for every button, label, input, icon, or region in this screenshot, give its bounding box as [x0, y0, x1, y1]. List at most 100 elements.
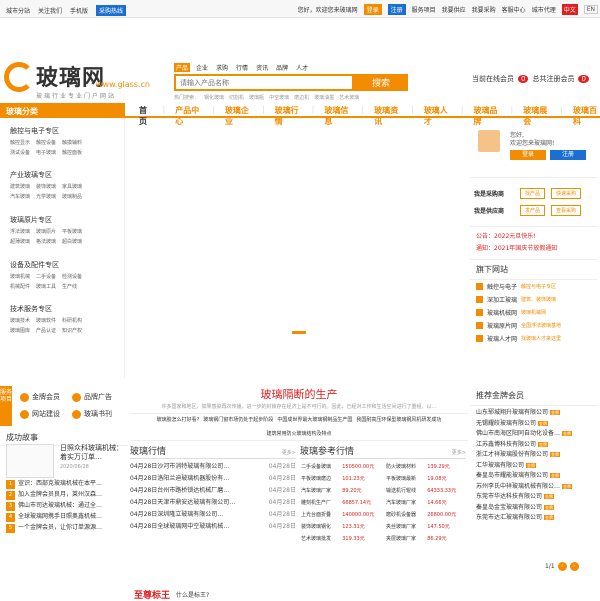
hot-word[interactable]: 中空玻璃: [269, 94, 289, 101]
nav-item[interactable]: 玻璃人才: [424, 105, 451, 127]
site-logo[interactable]: 玻璃网 www.glass.cn 玻璃行业专业门户网站: [4, 58, 150, 104]
gold-member[interactable]: 秦皇岛金宝玻璃有限公司 金牌: [476, 503, 592, 514]
gold-member[interactable]: 苏州李氏中祥玻璃机械有限公… 金牌: [476, 482, 592, 493]
site-item[interactable]: 玻璃机械网 玻璃机械网: [470, 306, 598, 319]
market-row[interactable]: 04月28日天津市鼎安达玻璃有限公司… 04月28日: [130, 497, 296, 509]
gold-member[interactable]: 佛山市南海区阳同自动化设备… 金牌: [476, 429, 592, 440]
market-row[interactable]: 04月28日全球玻璃网中空玻璃机械… 04月28日: [130, 521, 296, 533]
view-purchase-button[interactable]: 查看采购: [551, 205, 582, 216]
headline-title[interactable]: 玻璃隔断的生产: [130, 386, 468, 402]
market-row[interactable]: 04月28日沙河市消特玻璃有限公司… 04月28日: [130, 461, 296, 473]
headline-link[interactable]: 玻璃胶怎么打好看?: [157, 415, 200, 425]
search-tab[interactable]: 品牌: [274, 63, 290, 72]
price-row[interactable]: 上光台面折叠 140000.00元 磨砂机设备器 26800.00元: [300, 509, 466, 521]
category-link[interactable]: 触控显示: [10, 139, 30, 146]
category-link[interactable]: 触控面板: [62, 149, 82, 156]
category-link[interactable]: 触摸辅料: [62, 139, 82, 146]
purchase-link[interactable]: 我要采购: [472, 5, 496, 14]
story-item[interactable]: 1 宣识：西部克玻璃机械在本平…: [6, 478, 126, 489]
story-featured-title[interactable]: 日照众科玻璃机械：着实万订单…: [60, 444, 124, 462]
search-tab[interactable]: 企业: [194, 63, 210, 72]
city-nav-link[interactable]: 城市分站: [6, 6, 30, 15]
service-gold[interactable]: 金牌会员: [20, 392, 60, 402]
price-row[interactable]: 雕刻机生产厂 66857.14元 汽车玻璃厂家 14.66元: [300, 497, 466, 509]
category-link[interactable]: 知识产权: [62, 327, 82, 334]
category-link[interactable]: 测试设备: [10, 149, 30, 156]
nav-item[interactable]: 首页: [139, 105, 153, 127]
market-more-link[interactable]: 更多>: [282, 449, 296, 456]
story-item[interactable]: 5 一个金牌会员，让你订单源源…: [6, 522, 126, 533]
category-link[interactable]: 二手设备: [36, 273, 56, 280]
story-thumbnail[interactable]: [6, 444, 54, 478]
search-button[interactable]: 搜索: [354, 74, 408, 91]
category-link[interactable]: 玻璃原片: [36, 228, 56, 235]
market-row[interactable]: 04月28日深圳隆立玻璃有限公司… 04月28日: [130, 509, 296, 521]
service-brand[interactable]: 品牌广告: [72, 392, 112, 402]
hot-word[interactable]: 钢化玻璃: [204, 94, 224, 101]
gold-member[interactable]: 东莞市华达科技有限公司 金牌: [476, 492, 592, 503]
gold-member[interactable]: 江苏鑫博科技有限公司 金牌: [476, 440, 592, 451]
nav-item[interactable]: 玻璃行情: [275, 105, 302, 127]
search-tab[interactable]: 求购: [214, 63, 230, 72]
category-link[interactable]: 建筑玻璃: [10, 183, 30, 190]
nav-item[interactable]: 玻璃信息: [324, 105, 351, 127]
category-link[interactable]: 玻璃技术: [10, 317, 30, 324]
search-tab[interactable]: 行情: [234, 63, 250, 72]
hot-word[interactable]: 玻璃油墨: [314, 94, 334, 101]
follow-link[interactable]: 关注我们: [38, 6, 62, 15]
notice-item[interactable]: 通知：2021年国庆节放假通知: [476, 243, 592, 255]
post-product-button[interactable]: 发产品: [520, 205, 546, 216]
hotline-link[interactable]: 采购热线: [96, 5, 127, 16]
category-link[interactable]: 超薄玻璃: [10, 238, 30, 245]
user-register-button[interactable]: 注册: [550, 150, 586, 160]
category-link[interactable]: 平板玻璃: [62, 228, 82, 235]
supply-link[interactable]: 我要供应: [442, 5, 466, 14]
category-link[interactable]: 玻璃机械: [10, 273, 30, 280]
category-link[interactable]: 机械配件: [10, 283, 30, 290]
story-item[interactable]: 3 佛山市司达玻璃机械：通过全…: [6, 500, 126, 511]
gold-member[interactable]: 东莞市达汇玻璃有限公司 金牌: [476, 513, 592, 524]
gold-member[interactable]: 山东郓城翔升玻璃有限公司 金牌: [476, 408, 592, 419]
category-link[interactable]: 家具玻璃: [62, 183, 82, 190]
search-tab[interactable]: 资讯: [254, 63, 270, 72]
category-link[interactable]: 装饰玻璃: [36, 183, 56, 190]
story-item[interactable]: 4 全球玻璃网携手日照奥鑫机械…: [6, 511, 126, 522]
price-row[interactable]: 装饰玻璃钢化 123.31元 夹丝玻璃厂家 147.50元: [300, 521, 466, 533]
lang-cn-button[interactable]: 中文: [561, 4, 578, 15]
market-row[interactable]: 04月28日台州市路桥锁达机械厂磨… 04月28日: [130, 485, 296, 497]
login-link[interactable]: 登录: [363, 4, 382, 15]
market-row[interactable]: 04月28日洛阳兰迪玻璃机器股份有… 04月28日: [130, 473, 296, 485]
register-link[interactable]: 注册: [387, 4, 406, 15]
hot-word[interactable]: 玻璃瓶: [249, 94, 264, 101]
headline-link[interactable]: 中国成世界最大玻璃钢制品生产国: [277, 415, 352, 425]
category-title[interactable]: 技术服务专区: [10, 304, 125, 314]
service-web[interactable]: 网站建设: [20, 409, 60, 419]
story-item[interactable]: 2 加入金牌会员良月，莱州汉森…: [6, 489, 126, 500]
what-is-bidder-link[interactable]: 什么是标王?: [176, 590, 209, 599]
category-link[interactable]: 玻璃图库: [10, 327, 30, 334]
gold-member[interactable]: 浙江才祥玻璃股份有限公司 金牌: [476, 450, 592, 461]
gold-member[interactable]: 无锡耀皎玻璃有限公司 金牌: [476, 419, 592, 430]
search-tab[interactable]: 人才: [294, 63, 310, 72]
services-link[interactable]: 服务项目: [412, 5, 436, 14]
category-header[interactable]: 玻璃分类: [0, 103, 125, 118]
site-item[interactable]: 玻璃人才网 找玻璃人才来这里: [470, 332, 598, 345]
gold-member[interactable]: 汇华玻璃有限公司 金牌: [476, 461, 592, 472]
banner-indicator[interactable]: [292, 331, 306, 334]
support-link[interactable]: 客服中心: [502, 5, 526, 14]
nav-item[interactable]: 产品中心: [175, 105, 202, 127]
service-books[interactable]: 玻璃书刊: [72, 409, 112, 419]
site-item[interactable]: 触控与电子 触控与电子专区: [470, 280, 598, 293]
category-link[interactable]: 超白玻璃: [62, 238, 82, 245]
hot-word[interactable]: 艺术玻璃: [339, 94, 359, 101]
category-link[interactable]: 格法玻璃: [36, 238, 56, 245]
category-title[interactable]: 产业玻璃专区: [10, 170, 125, 180]
category-link[interactable]: 触控设备: [36, 139, 56, 146]
category-link[interactable]: 生产线: [62, 283, 77, 290]
search-input[interactable]: [174, 74, 354, 91]
category-title[interactable]: 设备及配件专区: [10, 260, 125, 270]
category-link[interactable]: 汽车玻璃: [10, 193, 30, 200]
price-row[interactable]: 二手设备玻璃 150500.00元 防火玻璃材料 139.29元: [300, 461, 466, 473]
category-title[interactable]: 玻璃原片专区: [10, 215, 125, 225]
price-row[interactable]: 汽车玻璃厂家 89.20元 输送机行辊线 64333.33元: [300, 485, 466, 497]
